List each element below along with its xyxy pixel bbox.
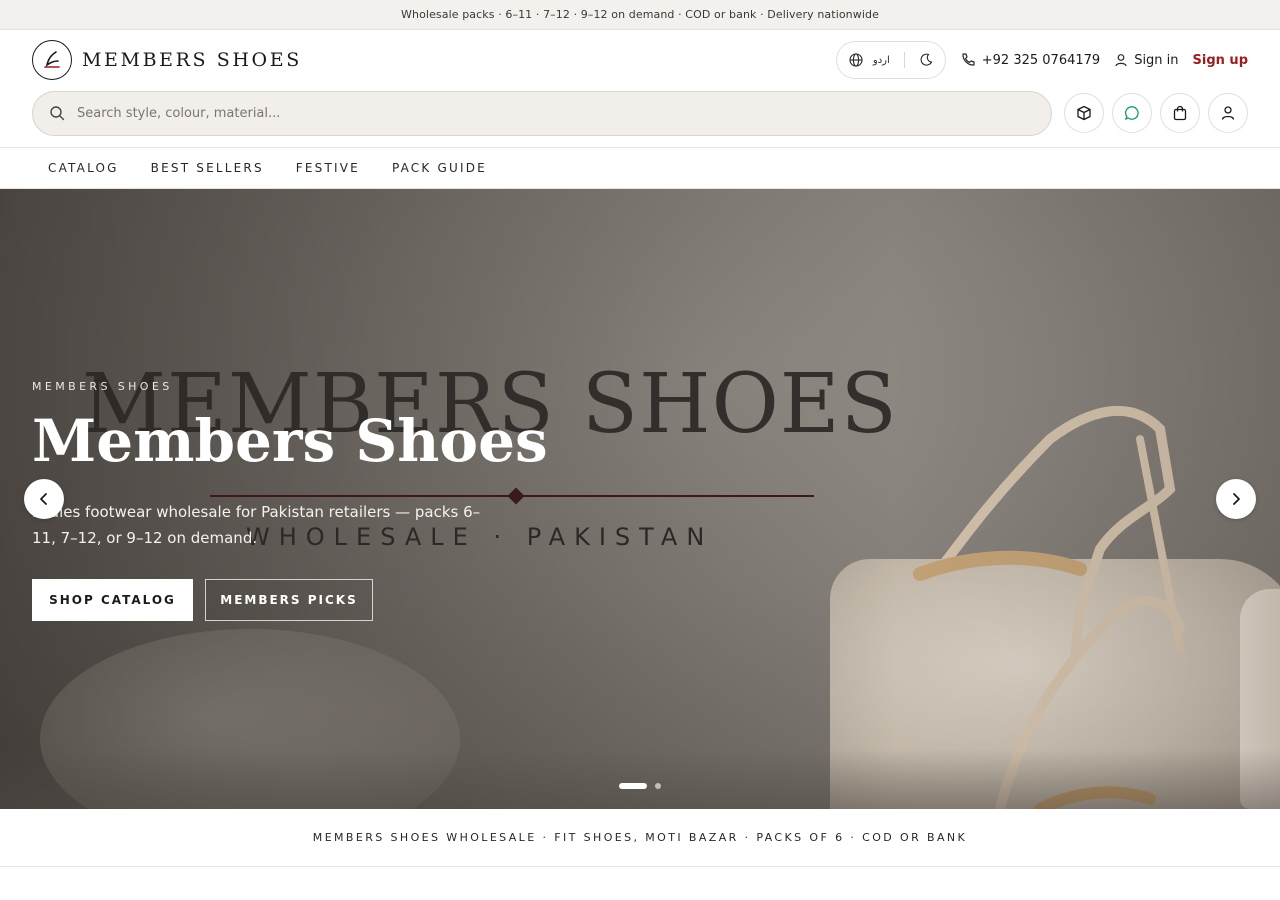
info-strip-text: MEMBERS SHOES WHOLESALE · FIT SHOES, MOT… xyxy=(312,831,968,844)
whatsapp-button[interactable] xyxy=(1112,93,1152,133)
user-icon xyxy=(1114,53,1128,67)
carousel-prev-button[interactable] xyxy=(24,479,64,519)
logo-mark-icon xyxy=(32,40,72,80)
sign-up-link[interactable]: Sign up xyxy=(1193,53,1248,68)
hero-eyebrow: MEMBERS SHOES xyxy=(32,380,173,393)
announcement-text: Wholesale packs · 6–11 · 7–12 · 9–12 on … xyxy=(401,8,879,21)
brand-name: MEMBERS SHOES xyxy=(82,49,302,71)
language-toggle[interactable]: اردو xyxy=(873,55,890,66)
chevron-right-icon xyxy=(1229,492,1243,506)
nav-item-catalog[interactable]: CATALOG xyxy=(48,161,119,175)
carousel-next-button[interactable] xyxy=(1216,479,1256,519)
hero-floor xyxy=(0,749,1280,809)
search-input[interactable] xyxy=(77,105,1035,121)
hero-carousel: MEMBERS SHOES WHOLESALE · PAKISTAN MEMBE… xyxy=(0,189,1280,809)
globe-icon[interactable] xyxy=(849,53,863,67)
nav-item-best-sellers[interactable]: BEST SELLERS xyxy=(151,161,264,175)
members-picks-button[interactable]: MEMBERS PICKS xyxy=(205,579,373,621)
search-bar[interactable] xyxy=(32,90,1052,136)
shopping-bag-icon xyxy=(1172,105,1188,121)
carousel-dot-2[interactable] xyxy=(655,783,661,789)
site-header: MEMBERS SHOES اردو +92 325 0764179 Sign … xyxy=(0,30,1280,148)
box-icon xyxy=(1076,105,1092,121)
nav-item-festive[interactable]: FESTIVE xyxy=(296,161,360,175)
phone-icon xyxy=(960,52,976,68)
account-button[interactable] xyxy=(1208,93,1248,133)
sign-in-label: Sign in xyxy=(1134,52,1179,68)
pill-divider xyxy=(903,52,905,68)
announcement-bar: Wholesale packs · 6–11 · 7–12 · 9–12 on … xyxy=(0,0,1280,30)
package-button[interactable] xyxy=(1064,93,1104,133)
info-strip: MEMBERS SHOES WHOLESALE · FIT SHOES, MOT… xyxy=(0,809,1280,867)
carousel-dot-1[interactable] xyxy=(619,783,647,789)
preferences-pill: اردو xyxy=(835,41,946,79)
chat-bubble-icon xyxy=(1124,105,1140,121)
hero-description: Ladies footwear wholesale for Pakistan r… xyxy=(32,503,481,547)
moon-icon[interactable] xyxy=(919,53,933,67)
cart-button[interactable] xyxy=(1160,93,1200,133)
brand-logo-link[interactable]: MEMBERS SHOES xyxy=(32,40,302,80)
hero-title: Members Shoes xyxy=(32,407,548,475)
chevron-left-icon xyxy=(37,492,51,506)
user-icon xyxy=(1220,105,1236,121)
phone-link[interactable]: +92 325 0764179 xyxy=(960,52,1100,68)
phone-number: +92 325 0764179 xyxy=(981,52,1101,68)
shop-catalog-button[interactable]: SHOP CATALOG xyxy=(32,579,193,621)
main-nav: CATALOG BEST SELLERS FESTIVE PACK GUIDE xyxy=(0,148,1280,189)
sign-in-link[interactable]: Sign in xyxy=(1114,52,1179,68)
search-icon xyxy=(49,105,65,121)
nav-item-pack-guide[interactable]: PACK GUIDE xyxy=(392,161,487,175)
carousel-dots xyxy=(619,783,661,789)
